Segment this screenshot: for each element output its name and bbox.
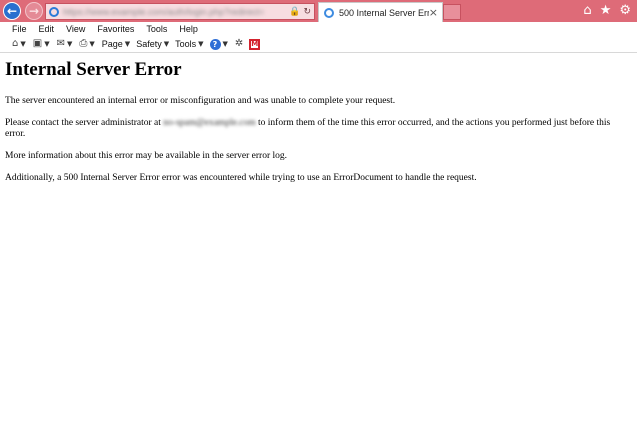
tab-title[interactable]: 500 Internal Server Error (339, 8, 429, 18)
admin-email: no-spam@example.com (163, 118, 256, 128)
menu-file[interactable]: File (12, 24, 27, 34)
close-icon[interactable]: × (429, 6, 438, 19)
mcafee-icon[interactable]: M (249, 38, 261, 50)
page-menu-label: Page (101, 39, 123, 49)
mail-icon[interactable]: ✉ (57, 38, 65, 50)
menu-help[interactable]: Help (179, 24, 198, 34)
command-bar: ⌂ ▼ ▣ ▼ ✉ ▼ ⎙ ▼ Page ▼ Safety ▼ Tools ▼ … (0, 36, 637, 53)
menu-tools[interactable]: Tools (146, 24, 167, 34)
feeds-icon[interactable]: ▣ (33, 38, 42, 50)
safety-menu-button[interactable]: Safety ▼ (136, 39, 169, 49)
help-icon[interactable]: ? (209, 38, 221, 50)
page-title: Internal Server Error (5, 59, 182, 80)
lock-icon[interactable]: 🔒 (289, 7, 300, 17)
forward-button[interactable]: → (25, 2, 43, 20)
ie-icon (324, 7, 334, 18)
back-button[interactable]: ← (3, 2, 21, 20)
page-content: Internal Server Error The server encount… (5, 58, 630, 195)
chevron-down-icon: ▼ (124, 40, 131, 48)
chevron-down-icon: ▼ (198, 40, 204, 48)
research-icon[interactable]: ✲ (235, 38, 243, 50)
chevron-down-icon[interactable]: ▼ (44, 40, 49, 48)
menu-view[interactable]: View (66, 24, 85, 34)
gear-icon[interactable]: ⚙ (619, 3, 631, 18)
menu-favorites[interactable]: Favorites (97, 24, 134, 34)
chevron-down-icon: ▼ (163, 40, 170, 48)
contact-message: Please contact the server administrator … (5, 118, 630, 140)
back-arrow-icon: ← (6, 4, 18, 18)
address-bar[interactable]: https://www.example.com/auth/login.php?r… (45, 3, 315, 20)
error-log-message: More information about this error may be… (5, 151, 287, 161)
site-icon (49, 6, 59, 17)
contact-text-before: Please contact the server administrator … (5, 118, 164, 128)
address-url[interactable]: https://www.example.com/auth/login.php?r… (63, 7, 285, 17)
chevron-down-icon[interactable]: ▼ (67, 40, 72, 48)
page-menu-button[interactable]: Page ▼ (102, 39, 130, 49)
home-icon[interactable]: ⌂ (583, 3, 591, 18)
tools-menu-button[interactable]: Tools ▼ (175, 39, 203, 49)
error-document-message: Additionally, a 500 Internal Server Erro… (5, 173, 477, 183)
print-icon[interactable]: ⎙ (79, 38, 87, 50)
star-icon[interactable]: ★ (600, 3, 612, 18)
browser-title-bar: ← → https://www.example.com/auth/login.p… (0, 0, 637, 22)
home-icon[interactable]: ⌂ (12, 38, 18, 50)
forward-arrow-icon: → (28, 4, 40, 18)
menu-edit[interactable]: Edit (39, 24, 55, 34)
new-tab-button[interactable] (443, 4, 461, 20)
chevron-down-icon[interactable]: ▼ (20, 40, 25, 48)
menu-bar: File Edit View Favorites Tools Help (0, 22, 637, 36)
browser-tab[interactable]: 500 Internal Server Error × (318, 2, 443, 22)
browser-right-icons: ⌂ ★ ⚙ (583, 3, 631, 18)
chevron-down-icon[interactable]: ▼ (89, 40, 94, 48)
tools-menu-label: Tools (175, 39, 197, 49)
safety-menu-label: Safety (136, 39, 162, 49)
chevron-down-icon[interactable]: ▼ (223, 40, 228, 48)
refresh-icon[interactable]: ↻ (303, 7, 311, 17)
error-message: The server encountered an internal error… (5, 96, 396, 106)
